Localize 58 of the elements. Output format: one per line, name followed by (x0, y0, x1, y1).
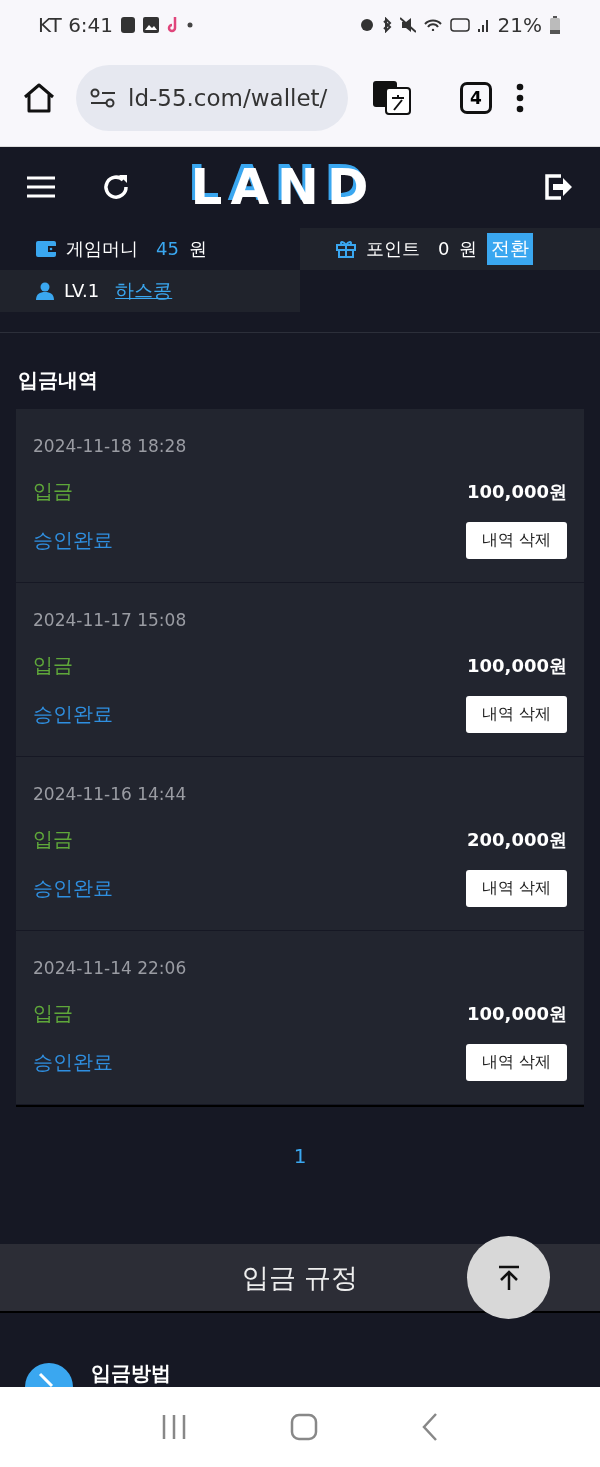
deposit-type: 입금 (33, 826, 73, 854)
points-value: 0 (438, 238, 450, 260)
username-link[interactable]: 하스콩 (115, 277, 173, 304)
menu-icon[interactable] (27, 175, 55, 200)
battery-icon (550, 15, 560, 34)
game-money-label: 게임머니 (66, 236, 138, 261)
user-icon (36, 281, 54, 300)
delete-history-button[interactable]: 내역 삭제 (465, 696, 567, 734)
battery-percent: 21% (497, 12, 542, 37)
deposit-date: 2024-11-17 15:08 (33, 609, 188, 630)
dot-icon (187, 21, 194, 28)
delete-history-button[interactable]: 내역 삭제 (465, 522, 567, 560)
currency-unit: 원 (459, 236, 478, 261)
user-level: LV.1 (64, 280, 100, 302)
deposit-date: 2024-11-16 14:44 (33, 783, 188, 804)
deposit-status: 승인완료 (33, 527, 113, 555)
page-number[interactable]: 1 (293, 1143, 307, 1168)
home-icon[interactable] (22, 81, 56, 114)
home-button-icon[interactable] (290, 1413, 318, 1442)
carrier-time: KT 6:41 (38, 12, 114, 37)
currency-unit: 원 (188, 236, 207, 261)
translate-icon[interactable] (372, 79, 412, 116)
logo[interactable]: LAND (131, 158, 436, 217)
deposit-type: 입금 (33, 1000, 73, 1028)
wifi-icon (423, 18, 442, 31)
site-settings-icon[interactable] (90, 87, 116, 108)
deposit-status: 승인완료 (33, 701, 113, 729)
tab-count-button[interactable]: 4 (460, 81, 492, 114)
game-money-value: 45 (156, 238, 179, 260)
rules-title: 입금 규정 (241, 1260, 359, 1295)
mute-icon (399, 16, 416, 33)
gift-icon (336, 239, 356, 258)
more-menu-icon[interactable] (516, 82, 524, 113)
deposit-amount: 100,000원 (467, 653, 567, 678)
back-icon[interactable] (420, 1412, 439, 1443)
method-title: 입금방법 (91, 1361, 171, 1386)
address-bar[interactable]: ld-55.com/wallet/ (76, 64, 348, 131)
logout-icon[interactable] (544, 172, 574, 203)
url-text: ld-55.com/wallet/ (128, 84, 328, 111)
deposit-status: 승인완료 (33, 1049, 113, 1077)
deposit-date: 2024-11-18 18:28 (33, 435, 188, 456)
recent-apps-icon[interactable] (161, 1414, 188, 1441)
deposit-date: 2024-11-14 22:06 (33, 957, 188, 978)
deposit-amount: 200,000원 (467, 827, 567, 852)
deposit-type: 입금 (33, 652, 73, 680)
deposit-status: 승인완료 (33, 875, 113, 903)
section-title: 입금내역 (18, 366, 99, 394)
image-icon (143, 16, 160, 33)
deposit-amount: 100,000원 (467, 479, 567, 504)
bluetooth-icon (381, 16, 392, 33)
signal-icon (477, 17, 490, 32)
arrow-up-icon (497, 1264, 520, 1291)
deposit-amount: 100,000원 (467, 1001, 567, 1026)
points-label: 포인트 (366, 236, 420, 261)
wallet-icon (36, 240, 56, 257)
deposit-type: 입금 (33, 478, 73, 506)
delete-history-button[interactable]: 내역 삭제 (465, 1044, 567, 1082)
delete-history-button[interactable]: 내역 삭제 (465, 870, 567, 908)
